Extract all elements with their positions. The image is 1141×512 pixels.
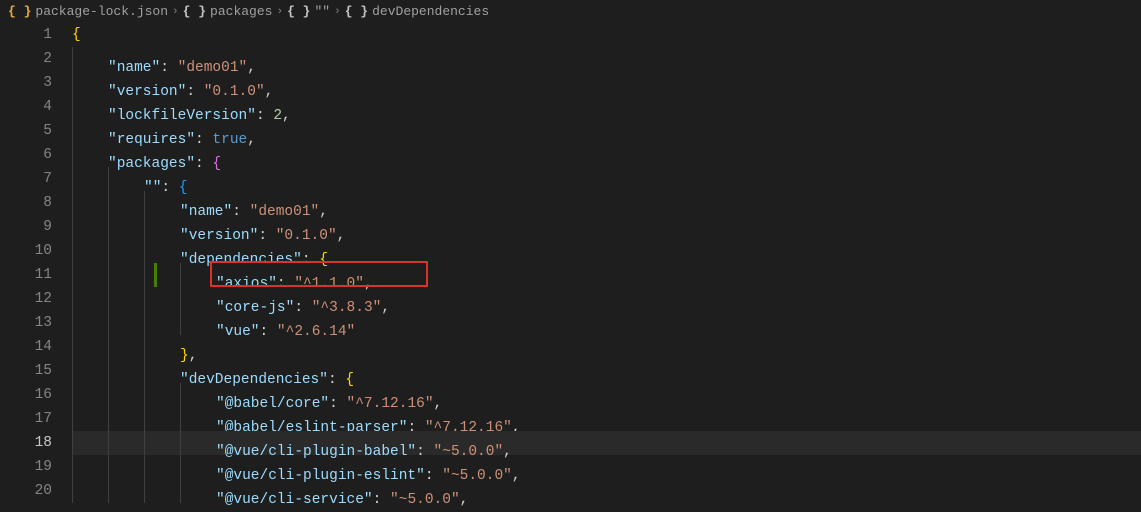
code-line[interactable]: { <box>72 23 1141 47</box>
code-line[interactable]: "dependencies": { <box>72 239 1141 263</box>
line-number: 12 <box>0 287 52 311</box>
code-line[interactable]: }, <box>72 335 1141 359</box>
code-line[interactable]: "": { <box>72 167 1141 191</box>
line-number: 10 <box>0 239 52 263</box>
line-number: 11 <box>0 263 52 287</box>
code-line[interactable]: "@vue/cli-service": "~5.0.0", <box>72 479 1141 503</box>
code-line[interactable]: "vue": "^2.6.14" <box>72 311 1141 335</box>
breadcrumb-item-file[interactable]: { } package-lock.json <box>8 4 168 19</box>
line-number: 15 <box>0 359 52 383</box>
code-line[interactable]: "@babel/eslint-parser": "^7.12.16", <box>72 407 1141 431</box>
line-number: 13 <box>0 311 52 335</box>
code-line[interactable]: "@vue/cli-plugin-babel": "~5.0.0", <box>72 431 1141 455</box>
line-number: 18 <box>0 431 52 455</box>
breadcrumb-item-empty[interactable]: { } "" <box>287 4 330 19</box>
breadcrumb-item-packages[interactable]: { } packages <box>183 4 273 19</box>
code-line[interactable]: "lockfileVersion": 2, <box>72 95 1141 119</box>
code-line[interactable]: "requires": true, <box>72 119 1141 143</box>
breadcrumb-label: "" <box>314 4 330 19</box>
code-line[interactable]: "@babel/core": "^7.12.16", <box>72 383 1141 407</box>
code-line[interactable]: "@vue/cli-plugin-eslint": "~5.0.0", <box>72 455 1141 479</box>
line-number: 19 <box>0 455 52 479</box>
line-number: 8 <box>0 191 52 215</box>
braces-icon: { } <box>183 4 206 19</box>
line-number: 1 <box>0 23 52 47</box>
line-number: 2 <box>0 47 52 71</box>
code-line[interactable]: "name": "demo01", <box>72 191 1141 215</box>
line-number: 4 <box>0 95 52 119</box>
breadcrumb-label: package-lock.json <box>35 4 168 19</box>
chevron-right-icon: › <box>172 6 179 18</box>
braces-icon: { } <box>345 4 368 19</box>
code-line[interactable]: "packages": { <box>72 143 1141 167</box>
code-line[interactable]: "version": "0.1.0", <box>72 71 1141 95</box>
chevron-right-icon: › <box>276 6 283 18</box>
code-line[interactable]: "name": "demo01", <box>72 47 1141 71</box>
breadcrumb[interactable]: { } package-lock.json › { } packages › {… <box>0 0 1141 23</box>
line-number: 6 <box>0 143 52 167</box>
breadcrumb-label: devDependencies <box>372 4 489 19</box>
code-editor[interactable]: 1234567891011121314151617181920 {"name":… <box>0 23 1141 506</box>
line-number: 7 <box>0 167 52 191</box>
chevron-right-icon: › <box>334 6 341 18</box>
line-number: 5 <box>0 119 52 143</box>
line-number: 20 <box>0 479 52 503</box>
line-number: 3 <box>0 71 52 95</box>
code-area[interactable]: {"name": "demo01","version": "0.1.0","lo… <box>72 23 1141 506</box>
braces-icon: { } <box>287 4 310 19</box>
line-number: 17 <box>0 407 52 431</box>
code-line[interactable]: "devDependencies": { <box>72 359 1141 383</box>
breadcrumb-label: packages <box>210 4 272 19</box>
code-line[interactable]: "axios": "^1.1.0", <box>72 263 1141 287</box>
code-line[interactable]: "core-js": "^3.8.3", <box>72 287 1141 311</box>
line-number: 9 <box>0 215 52 239</box>
braces-icon: { } <box>8 4 31 19</box>
breadcrumb-item-devdeps[interactable]: { } devDependencies <box>345 4 489 19</box>
code-line[interactable]: "version": "0.1.0", <box>72 215 1141 239</box>
line-number-gutter: 1234567891011121314151617181920 <box>0 23 72 506</box>
line-number: 16 <box>0 383 52 407</box>
line-number: 14 <box>0 335 52 359</box>
